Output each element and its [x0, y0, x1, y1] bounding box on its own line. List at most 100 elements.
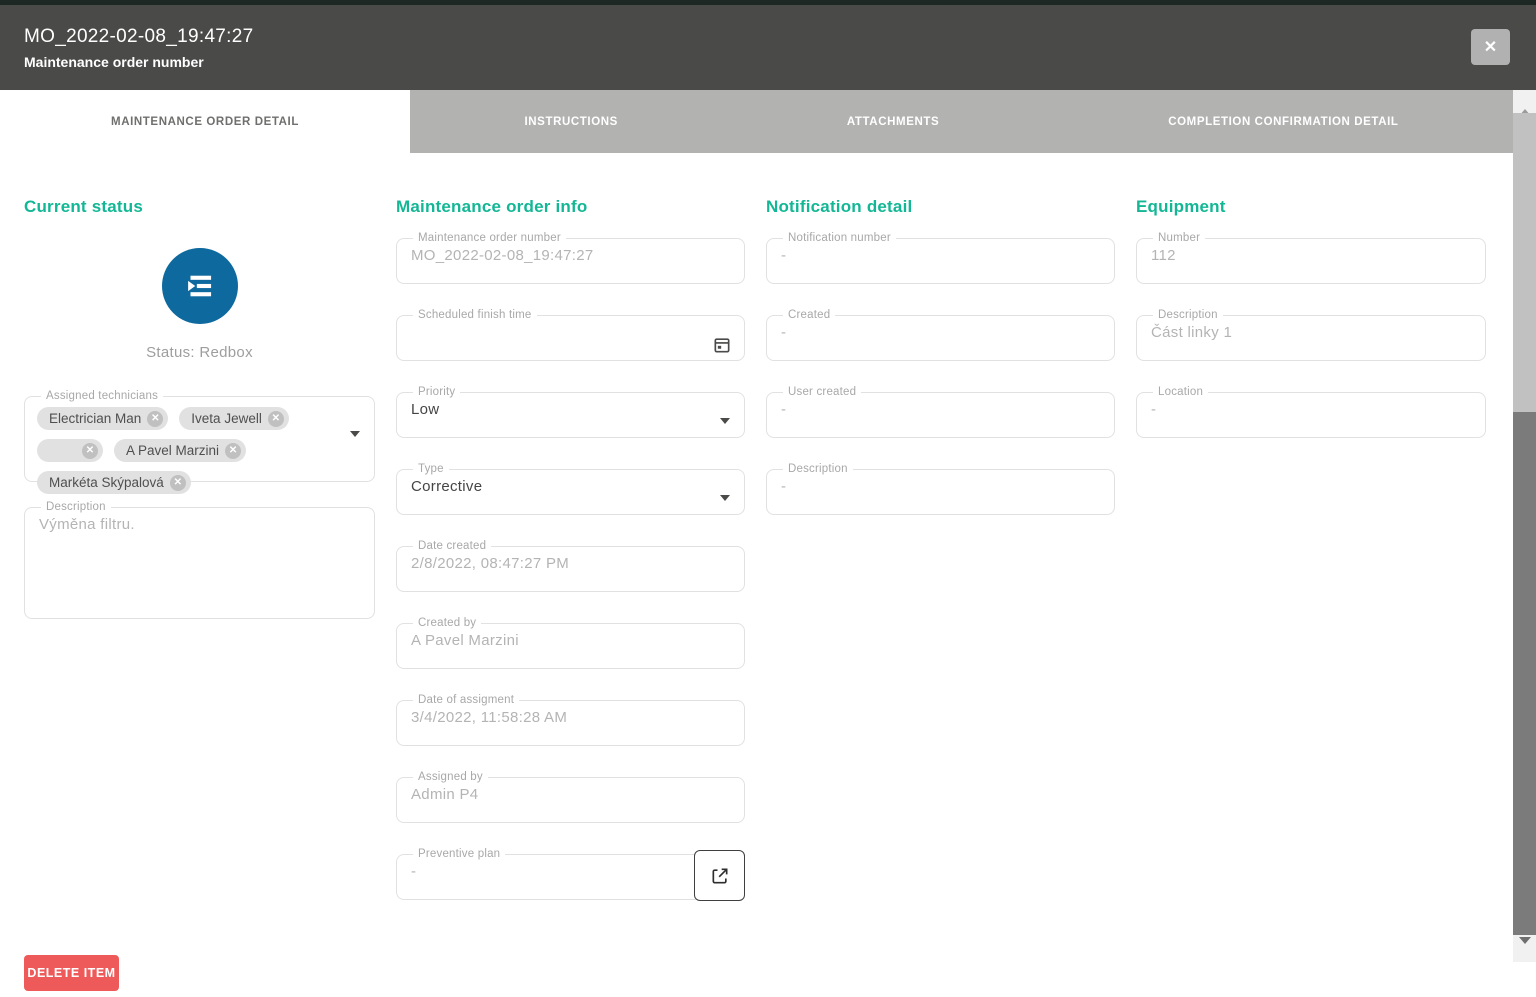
chevron-down-icon[interactable]: [720, 495, 730, 501]
field-label: Scheduled finish time: [413, 309, 537, 321]
notification-heading: Notification detail: [766, 197, 1115, 217]
equipment-description-field: Description Část linky 1: [1136, 309, 1486, 361]
field-value: MO_2022-02-08_19:47:27: [409, 244, 732, 264]
equipment-number-field: Number 112: [1136, 232, 1486, 284]
technician-chip[interactable]: Iveta Jewell ✕: [179, 407, 289, 430]
tab-bar: MAINTENANCE ORDER DETAIL INSTRUCTIONS AT…: [0, 90, 1513, 153]
field-label: Notification number: [783, 232, 896, 244]
dialog-header: MO_2022-02-08_19:47:27 Maintenance order…: [0, 5, 1536, 90]
chevron-down-icon[interactable]: [350, 431, 360, 437]
technician-chip[interactable]: A Pavel Marzini ✕: [114, 439, 246, 462]
chip-remove-icon[interactable]: ✕: [170, 475, 186, 491]
equipment-location-field: Location -: [1136, 386, 1486, 438]
status-description-field: Description Výměna filtru.: [24, 501, 375, 619]
scrollbar-down-button[interactable]: [1513, 940, 1536, 962]
scheduled-finish-time-field[interactable]: Scheduled finish time: [396, 309, 745, 361]
field-value: 2/8/2022, 08:47:27 PM: [409, 552, 732, 572]
dialog-footer: DELETE ITEM: [0, 945, 1513, 997]
field-value: Corrective: [409, 475, 732, 495]
field-label: Created: [783, 309, 835, 321]
field-label: Preventive plan: [413, 848, 505, 860]
technician-chip[interactable]: Electrician Man ✕: [37, 407, 168, 430]
field-value: Část linky 1: [1149, 321, 1473, 341]
priority-select[interactable]: Priority Low: [396, 386, 745, 438]
chip-remove-icon[interactable]: ✕: [268, 411, 284, 427]
chip-label: Markéta Skýpalová: [49, 475, 164, 490]
tab-completion-confirmation-detail[interactable]: COMPLETION CONFIRMATION DETAIL: [1054, 90, 1513, 153]
status-text: Status: Redbox: [24, 344, 375, 361]
status-circle: [162, 248, 238, 324]
delete-item-button[interactable]: DELETE ITEM: [24, 955, 119, 991]
field-value: Admin P4: [409, 783, 732, 803]
notification-description-field: Description -: [766, 463, 1115, 515]
technician-chip[interactable]: Markéta Skýpalová ✕: [37, 471, 191, 494]
assigned-technicians-field[interactable]: Assigned technicians Electrician Man ✕ I…: [24, 390, 375, 482]
date-of-assigment-field: Date of assigment 3/4/2022, 11:58:28 AM: [396, 694, 745, 746]
dialog-subtitle: Maintenance order number: [24, 54, 204, 70]
field-label: Description: [1153, 309, 1223, 321]
field-label: Number: [1153, 232, 1205, 244]
field-value: Low: [409, 398, 732, 418]
maintenance-order-number-field: Maintenance order number MO_2022-02-08_1…: [396, 232, 745, 284]
tab-maintenance-order-detail[interactable]: MAINTENANCE ORDER DETAIL: [0, 90, 410, 153]
status-description-value: Výměna filtru.: [37, 513, 362, 533]
close-button[interactable]: ✕: [1471, 29, 1510, 65]
field-value: -: [1149, 398, 1473, 418]
preventive-plan-field: Preventive plan -: [396, 848, 745, 900]
notification-user-created-field: User created -: [766, 386, 1115, 438]
field-value: [409, 321, 732, 324]
field-value: -: [779, 475, 1102, 495]
chip-remove-icon[interactable]: ✕: [82, 443, 98, 459]
field-value: 3/4/2022, 11:58:28 AM: [409, 706, 732, 726]
order-info-column: Maintenance order info Maintenance order…: [396, 197, 745, 925]
field-label: Date of assigment: [413, 694, 519, 706]
field-value: -: [779, 398, 1102, 418]
field-label: Date created: [413, 540, 491, 552]
chevron-down-icon[interactable]: [720, 418, 730, 424]
chip-remove-icon[interactable]: ✕: [225, 443, 241, 459]
playlist-status-icon: [181, 267, 219, 305]
field-label: Description: [783, 463, 853, 475]
scrollbar-up-button[interactable]: [1513, 90, 1536, 112]
notification-created-field: Created -: [766, 309, 1115, 361]
close-icon: ✕: [1484, 37, 1497, 57]
field-label: Maintenance order number: [413, 232, 566, 244]
dialog-content: Current status Status: Redbox Assigned t…: [0, 153, 1513, 945]
type-select[interactable]: Type Corrective: [396, 463, 745, 515]
scrollbar-thumb[interactable]: [1513, 412, 1536, 935]
field-label: Assigned by: [413, 771, 488, 783]
calendar-icon[interactable]: [708, 333, 736, 359]
technician-chip[interactable]: ✕: [37, 439, 103, 462]
field-value: -: [779, 321, 1102, 341]
date-created-field: Date created 2/8/2022, 08:47:27 PM: [396, 540, 745, 592]
field-value: -: [779, 244, 1102, 264]
tab-instructions[interactable]: INSTRUCTIONS: [410, 90, 732, 153]
chip-label: Electrician Man: [49, 411, 141, 426]
field-label: Location: [1153, 386, 1208, 398]
current-status-heading: Current status: [24, 197, 375, 217]
equipment-column: Equipment Number 112 Description Část li…: [1136, 197, 1486, 925]
created-by-field: Created by A Pavel Marzini: [396, 617, 745, 669]
scrollbar-track-upper[interactable]: [1513, 113, 1536, 412]
field-value: -: [409, 860, 732, 880]
technician-chip-list: Electrician Man ✕ Iveta Jewell ✕ ✕ A Pav…: [37, 402, 337, 494]
order-info-heading: Maintenance order info: [396, 197, 745, 217]
field-label: Priority: [413, 386, 460, 398]
field-value: 112: [1149, 244, 1473, 264]
tab-attachments[interactable]: ATTACHMENTS: [732, 90, 1053, 153]
chip-label: Iveta Jewell: [191, 411, 262, 426]
status-description-label: Description: [41, 501, 111, 513]
open-preventive-plan-button[interactable]: [694, 850, 745, 901]
dialog-title: MO_2022-02-08_19:47:27: [24, 26, 254, 48]
chip-label: A Pavel Marzini: [126, 443, 219, 458]
chip-remove-icon[interactable]: ✕: [147, 411, 163, 427]
chevron-down-icon: [1519, 937, 1531, 959]
equipment-heading: Equipment: [1136, 197, 1486, 217]
assigned-technicians-label: Assigned technicians: [41, 390, 163, 402]
scrollbar-track[interactable]: [1513, 90, 1536, 962]
field-label: Created by: [413, 617, 481, 629]
current-status-column: Current status Status: Redbox Assigned t…: [24, 197, 375, 925]
notification-number-field: Notification number -: [766, 232, 1115, 284]
field-value: A Pavel Marzini: [409, 629, 732, 649]
notification-column: Notification detail Notification number …: [766, 197, 1115, 925]
